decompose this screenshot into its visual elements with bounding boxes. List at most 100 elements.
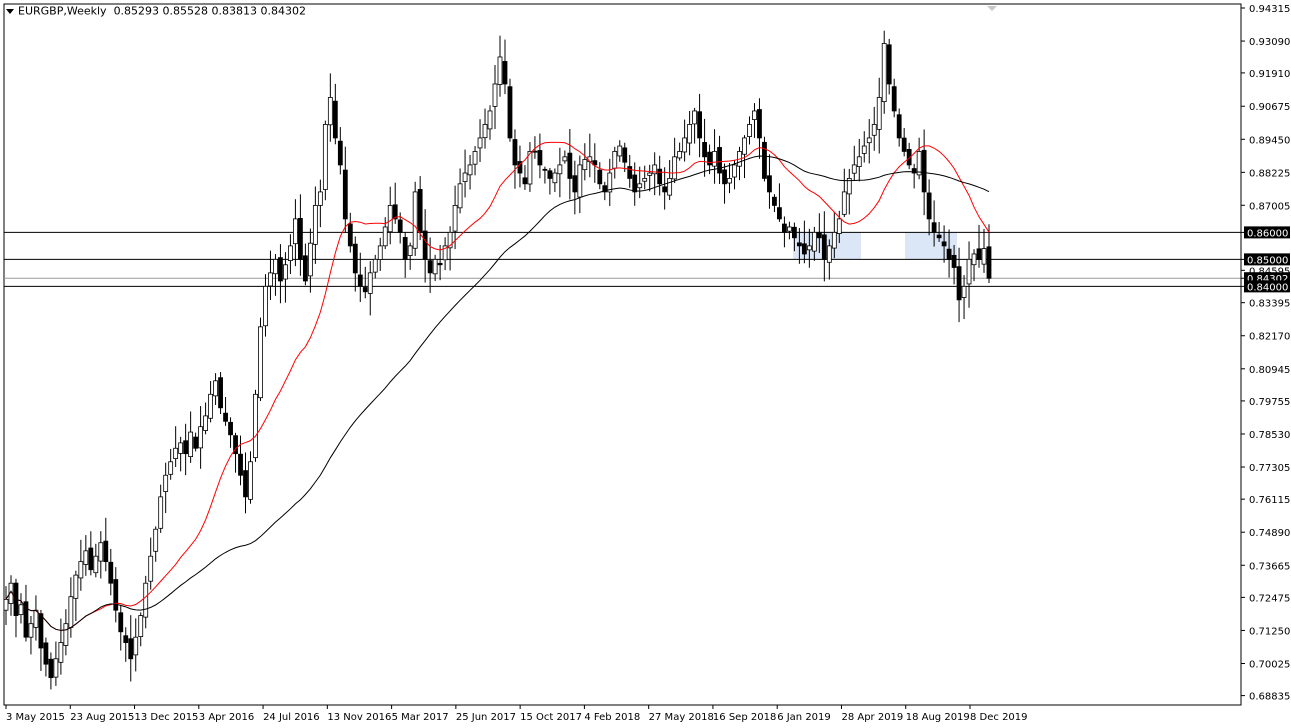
candle-body — [48, 658, 54, 679]
price-tick-label: 0.71250 — [1249, 626, 1290, 637]
candle-body — [901, 137, 907, 152]
price-tick-label: 0.83395 — [1249, 299, 1290, 310]
candle-body — [367, 272, 373, 294]
candle-body — [512, 139, 518, 166]
candle-body — [352, 243, 358, 274]
candle-body — [692, 110, 697, 125]
candle-body — [487, 110, 493, 130]
candle-body — [477, 137, 483, 149]
candle-body — [752, 110, 757, 121]
candle-body — [891, 86, 897, 112]
ohlc-label: 0.85293 0.85528 0.83813 0.84302 — [113, 4, 307, 18]
candle-body — [402, 237, 408, 260]
candle-body — [133, 636, 139, 656]
time-tick-label: 16 Sep 2018 — [713, 712, 776, 723]
candle-body — [767, 175, 772, 193]
dropdown-triangle-icon[interactable] — [6, 8, 14, 14]
candle-body — [637, 183, 643, 189]
candle-body — [841, 191, 847, 215]
price-tick-label: 0.94315 — [1249, 4, 1290, 15]
candle-body — [806, 245, 812, 251]
candle-body — [757, 109, 762, 139]
price-tick-label: 0.84000 — [1247, 282, 1288, 293]
candle-body — [452, 205, 458, 232]
time-tick-label: 18 Aug 2019 — [906, 712, 970, 723]
candle-body — [103, 540, 109, 563]
candle-body — [557, 164, 563, 175]
candle-body — [427, 260, 433, 274]
candle-body — [697, 111, 702, 139]
candle-body — [372, 258, 378, 273]
candle-body — [218, 377, 223, 409]
candle-body — [28, 623, 34, 638]
candle-body — [337, 140, 343, 166]
candle-body — [926, 192, 932, 220]
candle-body — [332, 100, 338, 139]
time-tick-label: 8 Dec 2019 — [970, 712, 1028, 723]
candle-body — [612, 151, 618, 169]
candle-body — [791, 226, 797, 239]
candle-body — [108, 561, 114, 584]
candle-body — [437, 262, 443, 266]
candle-body — [821, 234, 827, 260]
price-tick-label: 0.82170 — [1249, 332, 1290, 343]
candle-body — [198, 426, 204, 449]
candle-body — [417, 189, 423, 233]
candle-body — [312, 205, 318, 245]
time-tick-label: 23 Aug 2015 — [70, 712, 134, 723]
candle-body — [268, 272, 273, 287]
candle-body — [492, 83, 498, 107]
candle-body — [866, 137, 872, 144]
time-tick-label: 3 May 2015 — [6, 712, 65, 723]
price-tick-label: 0.70025 — [1249, 659, 1290, 670]
candle-body — [98, 542, 104, 562]
candle-body — [562, 156, 568, 162]
candle-body — [327, 97, 333, 126]
price-tick-label: 0.86000 — [1247, 228, 1288, 239]
candle-body — [302, 255, 308, 282]
candle-body — [203, 415, 208, 431]
candle-body — [732, 164, 737, 178]
candle-body — [278, 257, 283, 282]
price-chart[interactable]: 0.94315 0.93090 0.91910 0.90675 0.89450 0.882… — [0, 0, 1291, 728]
candle-body — [482, 124, 488, 139]
candle-body — [273, 258, 278, 275]
candle-body — [63, 623, 69, 646]
candle-body — [3, 598, 9, 611]
candle-body — [936, 234, 942, 239]
price-tick-label: 0.90675 — [1249, 102, 1290, 113]
candle-body — [317, 191, 323, 206]
candle-body — [916, 151, 922, 176]
candle-body — [128, 638, 134, 660]
candle-body — [762, 141, 767, 179]
candle-body — [851, 164, 857, 174]
candle-body — [677, 151, 683, 159]
candle-body — [951, 254, 957, 268]
candle-body — [78, 561, 84, 579]
price-tick-label: 0.79755 — [1249, 397, 1290, 408]
candle-body — [971, 253, 977, 266]
candle-body — [68, 596, 74, 628]
candle-body — [542, 168, 548, 171]
candle-body — [836, 218, 842, 234]
candle-body — [976, 248, 982, 260]
candle-body — [981, 248, 987, 265]
price-tick-label: 0.76115 — [1249, 495, 1290, 506]
candle-body — [856, 156, 862, 167]
candle-body — [138, 615, 144, 637]
candle-body — [662, 186, 668, 193]
candle-body — [617, 145, 623, 157]
candle-body — [667, 178, 673, 196]
candle-body — [826, 245, 832, 263]
candle-body — [552, 172, 558, 184]
candle-body — [432, 258, 438, 275]
chart-area[interactable]: 0.94315 0.93090 0.91910 0.90675 0.89450 0.882… — [0, 0, 1291, 728]
price-tick-label: 0.88225 — [1249, 168, 1290, 179]
candle-body — [163, 474, 169, 492]
candle-body — [143, 582, 149, 618]
candle-body — [113, 579, 119, 611]
candle-body — [307, 242, 313, 277]
candle-body — [322, 124, 328, 190]
candle-body — [582, 159, 588, 171]
candle-body — [288, 245, 293, 262]
